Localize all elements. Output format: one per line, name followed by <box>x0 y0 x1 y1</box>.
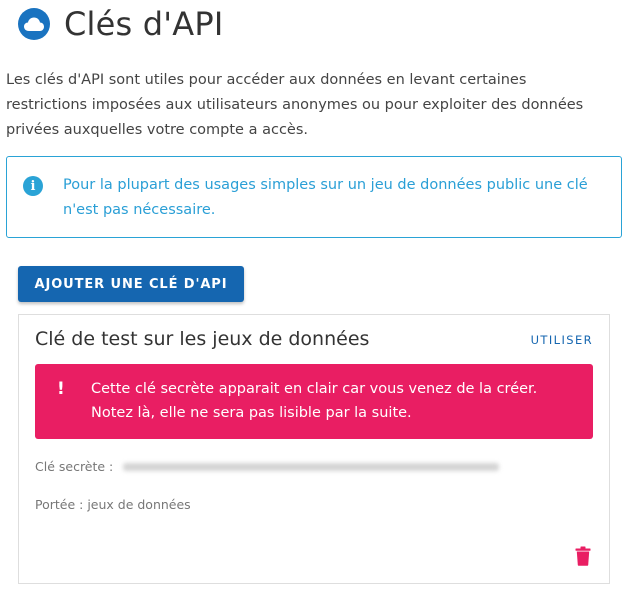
secret-row: Clé secrète : <box>35 459 500 474</box>
info-icon: i <box>23 176 43 196</box>
warning-text: Cette clé secrète apparait en clair car … <box>91 381 538 421</box>
exclamation-icon: ! <box>57 379 65 399</box>
api-key-title: Clé de test sur les jeux de données <box>35 328 370 350</box>
secret-label: Clé secrète : <box>35 459 114 474</box>
trash-icon[interactable] <box>575 546 591 566</box>
intro-text: Les clés d'API sont utiles pour accéder … <box>6 72 584 138</box>
cloud-icon <box>18 8 50 40</box>
info-alert: i Pour la plupart des usages simples sur… <box>6 156 622 238</box>
use-key-button[interactable]: UTILISER <box>531 333 593 347</box>
info-text: Pour la plupart des usages simples sur u… <box>63 177 588 218</box>
page-header: Clés d'API <box>18 4 224 44</box>
secret-value-blurred <box>123 460 500 474</box>
warning-alert: ! Cette clé secrète apparait en clair ca… <box>35 364 593 439</box>
page-title: Clés d'API <box>64 5 224 43</box>
api-key-card: Clé de test sur les jeux de données UTIL… <box>18 314 610 584</box>
scope-label: Portée : jeux de données <box>35 497 191 512</box>
add-api-key-button[interactable]: AJOUTER UNE CLÉ D'API <box>18 266 244 302</box>
